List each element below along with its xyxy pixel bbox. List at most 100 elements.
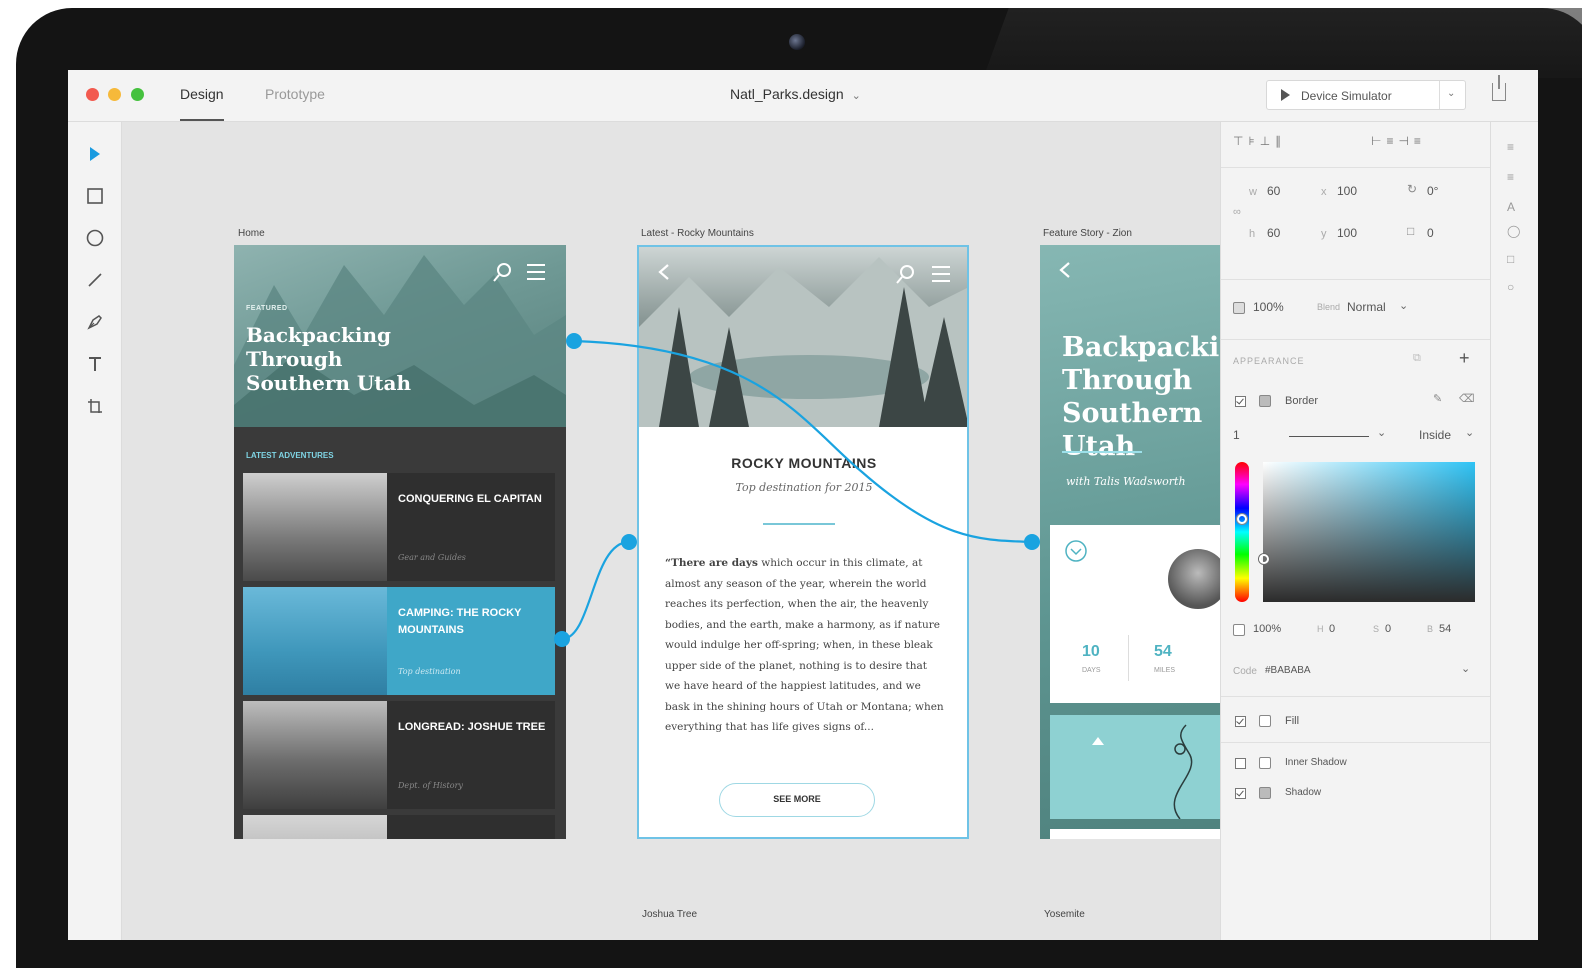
fill-label: Fill <box>1285 715 1300 727</box>
camera-icon <box>789 34 805 50</box>
border-checkbox[interactable] <box>1235 396 1246 407</box>
title-bar: Design Prototype Natl_Parks.design ⌄ Devi… <box>68 70 1538 122</box>
link-handle[interactable] <box>566 333 582 349</box>
link-handle[interactable] <box>554 631 570 647</box>
pen-icon[interactable] <box>85 312 105 332</box>
chevron-down-icon[interactable]: ⌄ <box>1399 299 1408 312</box>
document-title[interactable]: Natl_Parks.design ⌄ <box>730 86 861 102</box>
chevron-down-icon: ⌄ <box>851 90 861 102</box>
line-icon[interactable] <box>85 270 105 290</box>
code-label: Code <box>1233 666 1257 677</box>
zoom-window-button[interactable] <box>131 88 144 101</box>
side-icon-rail: ≡ ≡ A ◯ □ ○ <box>1490 122 1538 940</box>
y-field[interactable]: 100 <box>1337 226 1357 240</box>
color-code-field[interactable]: #BABABA <box>1265 665 1311 676</box>
link-handle[interactable] <box>621 534 637 550</box>
color-opacity-field[interactable]: 100% <box>1253 623 1281 635</box>
artboard-icon[interactable] <box>85 396 105 416</box>
height-field[interactable]: 60 <box>1267 226 1280 240</box>
tab-prototype[interactable]: Prototype <box>265 86 325 102</box>
rectangle-icon[interactable] <box>85 186 105 206</box>
color-b-field[interactable]: 54 <box>1439 623 1451 635</box>
minimize-window-button[interactable] <box>108 88 121 101</box>
blend-mode-select[interactable]: Normal <box>1347 300 1386 314</box>
opacity-section: 100% Blend Normal ⌄ <box>1221 280 1491 340</box>
border-width-field[interactable]: 1 <box>1233 428 1240 442</box>
shadow-checkbox[interactable] <box>1235 788 1246 799</box>
rotate-icon: ↻ <box>1407 182 1418 196</box>
color-picker-handle[interactable] <box>1259 554 1269 564</box>
blend-label: Blend <box>1317 302 1341 312</box>
x-label: x <box>1321 186 1327 198</box>
inner-shadow-label: Inner Shadow <box>1285 757 1347 768</box>
chevron-down-icon[interactable]: ⌄ <box>1377 426 1386 439</box>
tools-toolbar <box>68 122 122 940</box>
prototype-link[interactable] <box>561 540 630 641</box>
add-icon[interactable]: + <box>1459 348 1470 369</box>
property-inspector: ⊤⊧⊥∥ ⊢≡⊣≡ w 60 x 100 ↻ 0° ∞ h 60 y 100 □… <box>1220 122 1491 940</box>
share-icon[interactable] <box>1492 75 1506 101</box>
device-simulator-button[interactable]: Device Simulator ⌄ <box>1266 80 1466 110</box>
document-filename: Natl_Parks.design <box>730 86 844 102</box>
text-icon[interactable] <box>85 354 105 374</box>
style-menu-icon[interactable]: ⧉ <box>1413 352 1421 365</box>
shadow-swatch[interactable] <box>1259 787 1271 799</box>
assets-icon[interactable]: □ <box>1507 252 1521 266</box>
properties-icon[interactable]: ≡ <box>1507 140 1521 154</box>
eyedropper-icon[interactable]: ✎ <box>1433 392 1442 405</box>
border-position-select[interactable]: Inside <box>1419 428 1451 442</box>
prototype-links <box>554 333 1040 647</box>
color-picker-field[interactable] <box>1263 462 1475 602</box>
ellipse-icon[interactable] <box>85 228 105 248</box>
device-simulator-label: Device Simulator <box>1301 89 1392 103</box>
trash-icon[interactable]: ⌫ <box>1459 392 1475 405</box>
y-label: y <box>1321 228 1327 240</box>
inner-shadow-swatch[interactable] <box>1259 757 1271 769</box>
symbols-icon[interactable]: ◯ <box>1507 224 1521 238</box>
h-label: h <box>1249 228 1256 240</box>
app-window: Design Prototype Natl_Parks.design ⌄ Devi… <box>68 70 1538 940</box>
lock-aspect-icon[interactable]: ∞ <box>1233 206 1241 218</box>
artboard-label-joshua-tree[interactable]: Joshua Tree <box>642 909 697 920</box>
select-icon[interactable] <box>85 144 105 164</box>
tab-design[interactable]: Design <box>180 86 224 121</box>
chevron-down-icon[interactable]: ⌄ <box>1447 88 1455 99</box>
opacity-field[interactable]: 100% <box>1253 300 1284 314</box>
opacity-icon <box>1233 302 1245 314</box>
artboard-label-yosemite[interactable]: Yosemite <box>1044 909 1085 920</box>
plugins-icon[interactable]: ○ <box>1507 280 1521 294</box>
align-section: ⊤⊧⊥∥ ⊢≡⊣≡ <box>1221 122 1491 168</box>
appearance-heading: APPEARANCE <box>1233 356 1305 366</box>
chevron-down-icon[interactable]: ⌄ <box>1461 662 1470 675</box>
color-opacity-icon <box>1233 624 1245 636</box>
chevron-down-icon[interactable]: ⌄ <box>1465 426 1474 439</box>
hue-slider-handle[interactable] <box>1237 514 1247 524</box>
close-window-button[interactable] <box>86 88 99 101</box>
rotation-field[interactable]: 0° <box>1427 184 1438 198</box>
link-handle[interactable] <box>1024 534 1040 550</box>
device-bezel: Design Prototype Natl_Parks.design ⌄ Devi… <box>0 0 1582 968</box>
x-field[interactable]: 100 <box>1337 184 1357 198</box>
color-s-field[interactable]: 0 <box>1385 623 1391 635</box>
fill-color-swatch[interactable] <box>1259 715 1271 727</box>
text-style-icon[interactable]: A <box>1507 200 1521 214</box>
radius-field[interactable]: 0 <box>1427 226 1434 240</box>
border-color-swatch[interactable] <box>1259 395 1271 407</box>
design-canvas[interactable]: Home Latest - Rocky Mountains Feature St… <box>122 122 1220 940</box>
inner-shadow-checkbox[interactable] <box>1235 758 1246 769</box>
width-field[interactable]: 60 <box>1267 184 1280 198</box>
settings-icon[interactable]: ≡ <box>1507 170 1521 184</box>
border-style-line <box>1289 436 1369 437</box>
fill-checkbox[interactable] <box>1235 716 1246 727</box>
align-horizontal-icons[interactable]: ⊢≡⊣≡ <box>1371 134 1426 148</box>
color-h-field[interactable]: 0 <box>1329 623 1335 635</box>
transform-section: w 60 x 100 ↻ 0° ∞ h 60 y 100 □ 0 <box>1221 168 1491 280</box>
prototype-link[interactable] <box>573 339 1033 544</box>
s-label: S <box>1373 624 1380 634</box>
hue-slider[interactable] <box>1235 462 1249 602</box>
play-icon <box>1281 89 1290 101</box>
align-vertical-icons[interactable]: ⊤⊧⊥∥ <box>1233 134 1286 148</box>
b-label: B <box>1427 624 1434 634</box>
shadow-label: Shadow <box>1285 787 1322 798</box>
w-label: w <box>1249 186 1257 198</box>
